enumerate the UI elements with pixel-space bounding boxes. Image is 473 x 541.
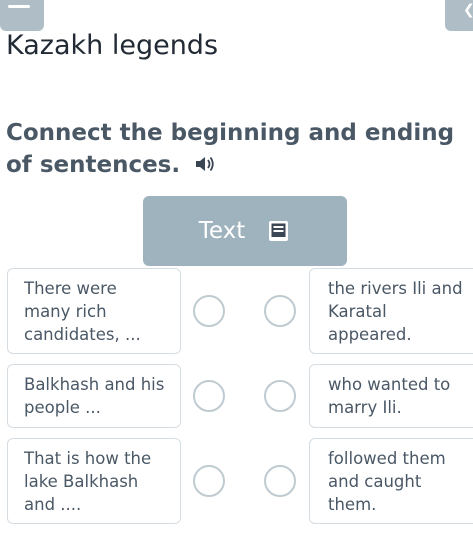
speaker-icon[interactable] [194,154,216,174]
menu-button[interactable] [0,0,44,31]
beginning-text-3: That is how the lake Balkhash and .... [24,449,152,514]
beginning-connector-1[interactable] [193,295,225,327]
page-title: Kazakh legends [6,30,219,61]
hamburger-icon [8,5,30,8]
ending-text-1: the rivers Ili and Karatal appeared. [328,279,463,344]
ending-connector-2[interactable] [264,380,296,412]
beginning-text-2: Balkhash and his people ... [24,375,165,417]
ending-card-3[interactable]: followed them and caught them. [309,438,473,524]
chevron-right-icon: ❮ [463,2,473,18]
next-button[interactable]: ❮ [445,0,473,31]
task-instruction: Connect the beginning and ending of sent… [6,117,466,181]
text-button-label: Text [198,218,246,244]
beginning-card-1[interactable]: There were many rich candidates, ... [7,268,181,354]
instruction-text: Connect the beginning and ending of sent… [6,120,455,178]
ending-card-2[interactable]: who wanted to marry Ili. [309,364,473,428]
ending-card-1[interactable]: the rivers Ili and Karatal appeared. [309,268,473,354]
beginning-connector-3[interactable] [193,465,225,497]
ending-text-2: who wanted to marry Ili. [328,375,451,417]
book-icon [269,221,289,241]
beginning-connector-2[interactable] [193,380,225,412]
beginning-card-3[interactable]: That is how the lake Balkhash and .... [7,438,181,524]
ending-connector-3[interactable] [264,465,296,497]
beginning-text-1: There were many rich candidates, ... [24,279,141,344]
text-button[interactable]: Text [143,196,347,266]
ending-text-3: followed them and caught them. [328,449,446,514]
ending-connector-1[interactable] [264,295,296,327]
beginning-card-2[interactable]: Balkhash and his people ... [7,364,181,428]
